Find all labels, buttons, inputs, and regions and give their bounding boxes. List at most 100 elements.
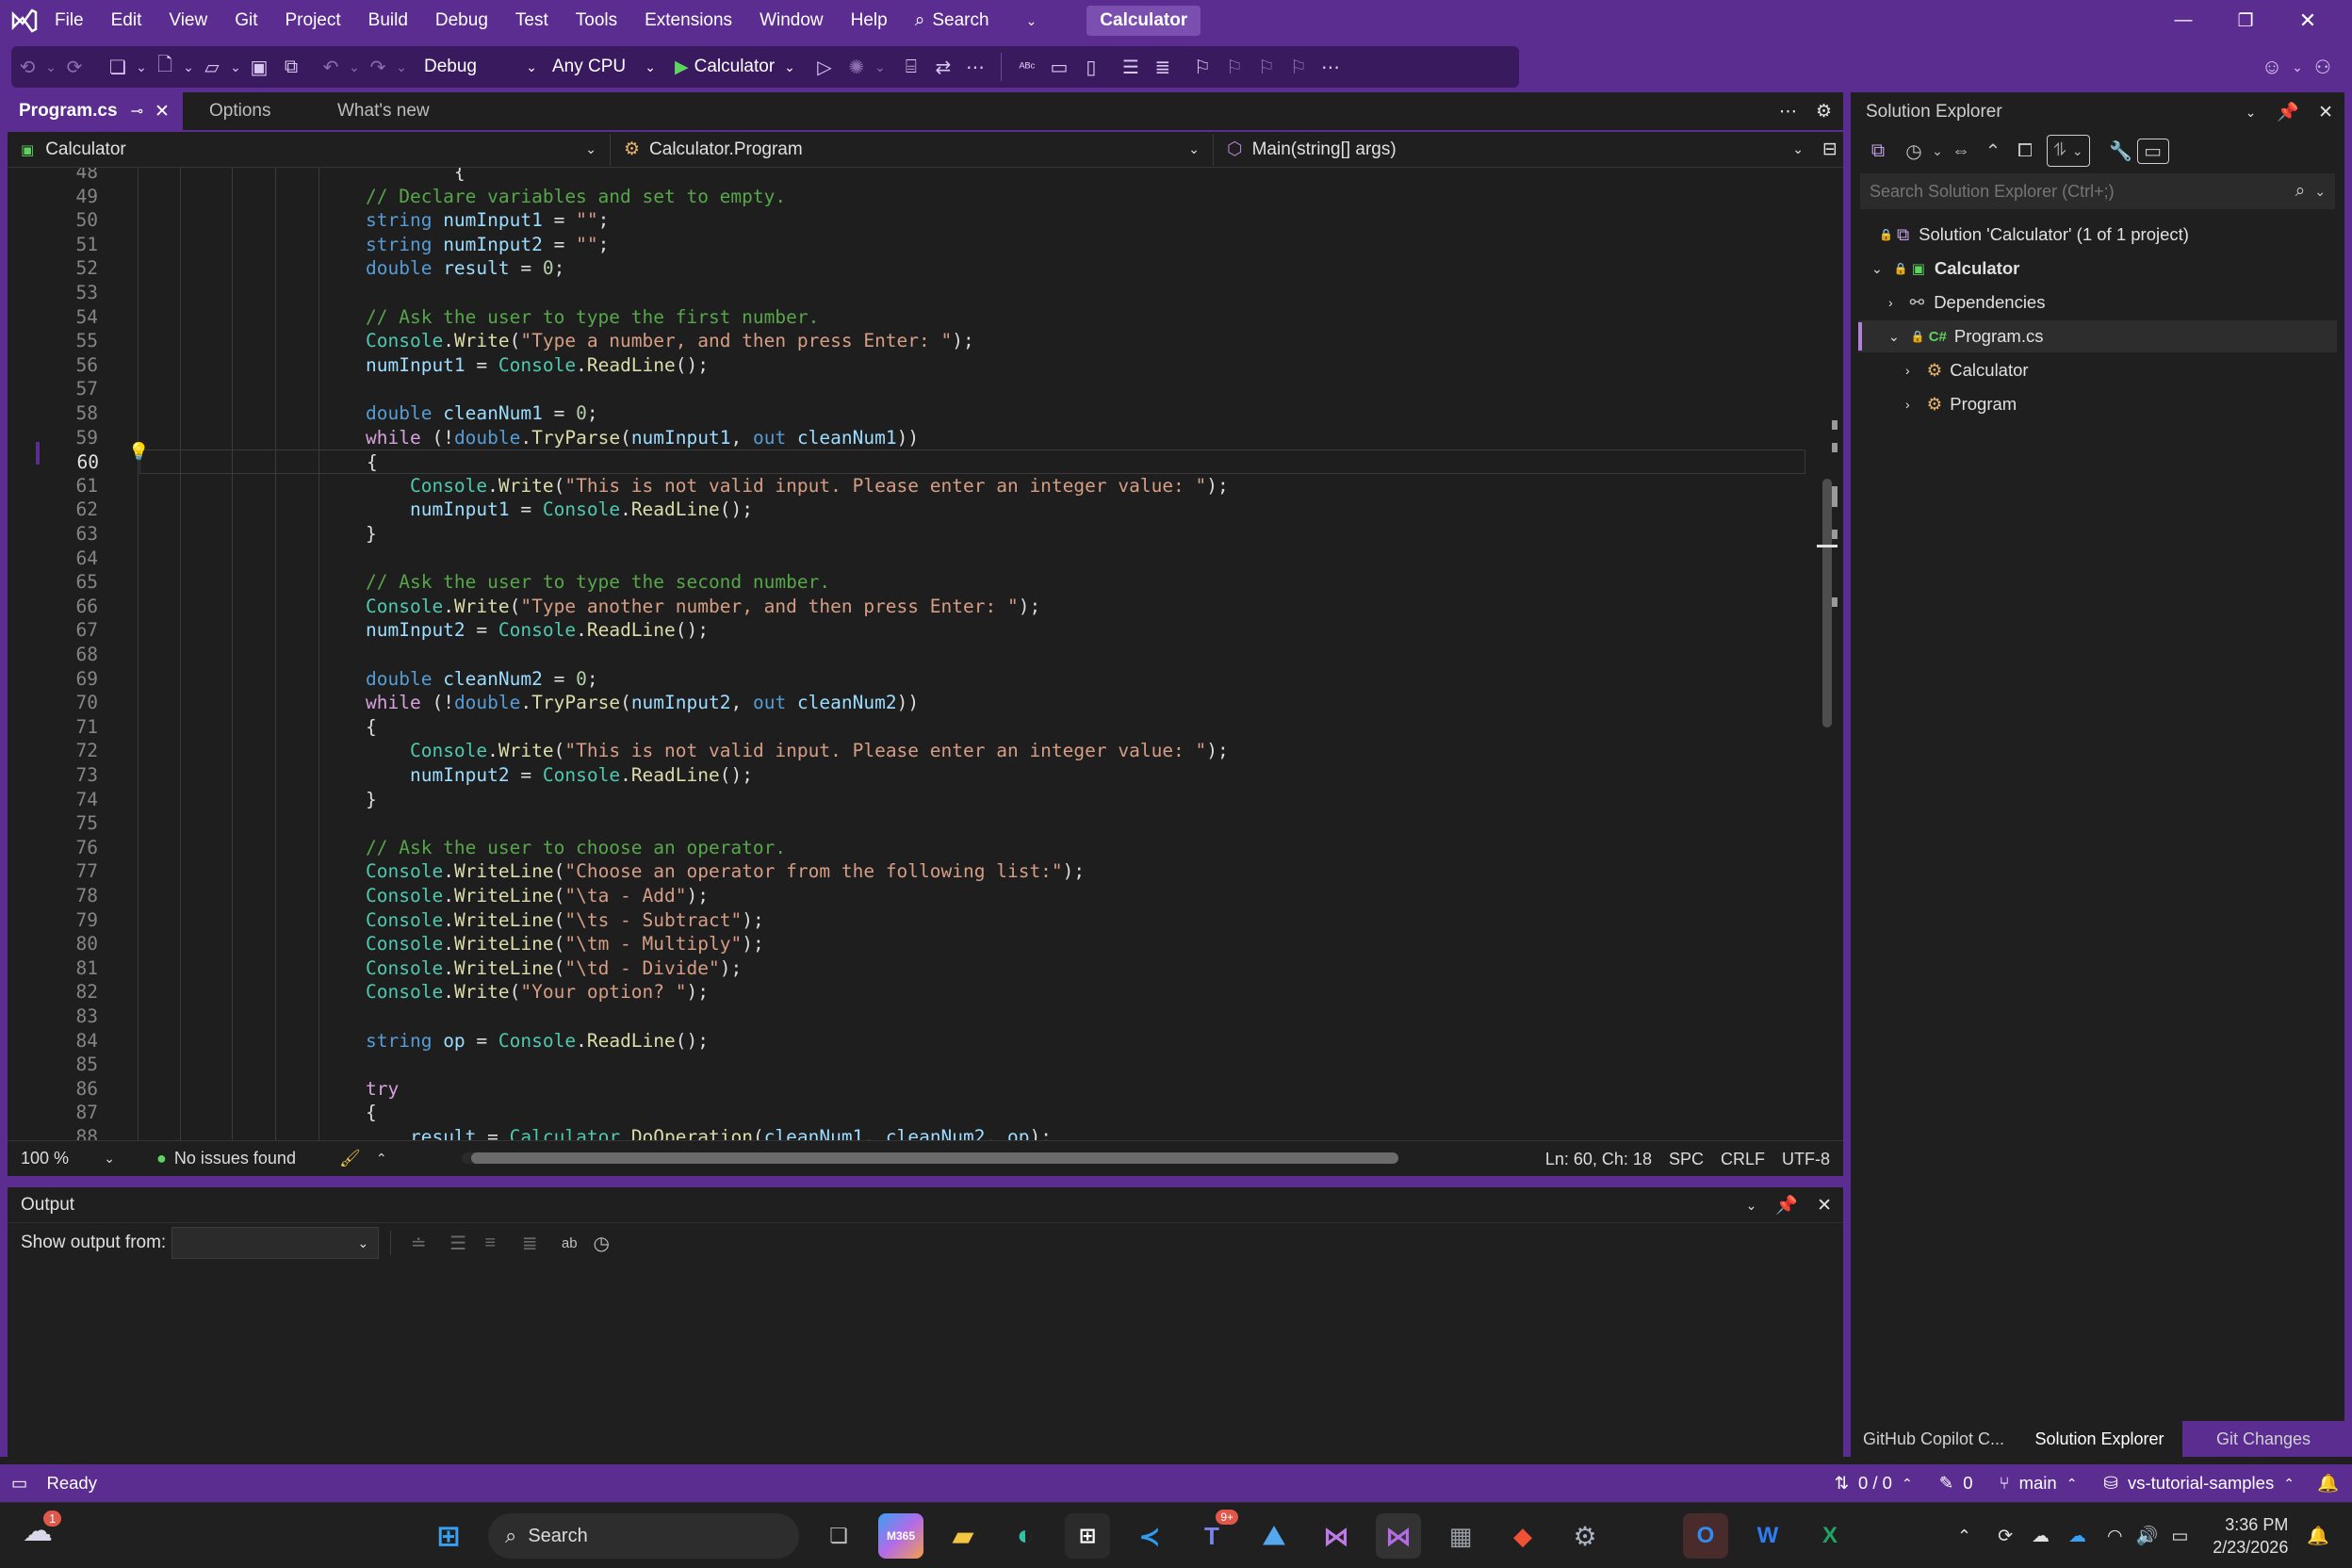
menu-tools[interactable]: Tools bbox=[576, 10, 617, 31]
menu-help[interactable]: Help bbox=[851, 10, 888, 31]
code-line[interactable]: 67 numInput2 = Console.ReadLine(); bbox=[8, 618, 1817, 643]
chevron-down-icon[interactable]: ⌄ bbox=[347, 59, 362, 75]
pending-edits[interactable]: ✎ 0 bbox=[1939, 1473, 1973, 1494]
chevron-down-icon[interactable]: ⌄ bbox=[1888, 329, 1900, 345]
teams-icon[interactable]: T 9+ bbox=[1189, 1510, 1238, 1559]
properties-wrench-icon[interactable]: 🔧 bbox=[2105, 139, 2137, 163]
tree-item-solution[interactable]: 🔒 ⧉ Solution 'Calculator' (1 of 1 projec… bbox=[1879, 219, 2189, 251]
outlook-icon[interactable]: O 1 bbox=[1683, 1513, 1728, 1559]
redo-icon[interactable]: ↷ bbox=[362, 56, 394, 79]
sync-icon[interactable]: ⟳ bbox=[1998, 1526, 2013, 1547]
more-icon[interactable]: ⋯ bbox=[959, 56, 991, 79]
chevron-down-icon[interactable]: ⌄ bbox=[2314, 184, 2326, 200]
notification-icon[interactable]: ▭ bbox=[11, 1473, 27, 1494]
settings-icon[interactable]: ⚙ bbox=[1562, 1513, 1608, 1559]
chevron-down-icon[interactable]: ⌄ bbox=[181, 59, 196, 75]
bookmark-icon[interactable]: ⚐ bbox=[1186, 56, 1218, 79]
start-debugging-button[interactable]: ▶ Calculator ⌄ bbox=[675, 57, 795, 78]
visual-studio-preview-icon[interactable]: ⋈ bbox=[1314, 1513, 1359, 1559]
search-icon[interactable]: ⌕ bbox=[2295, 181, 2306, 202]
menu-git[interactable]: Git bbox=[235, 10, 257, 31]
code-line[interactable]: 48 { bbox=[8, 168, 1817, 185]
history-icon[interactable]: ◷ bbox=[1898, 139, 1930, 163]
copilot-icon[interactable]: ☺ bbox=[2256, 55, 2288, 79]
code-line[interactable]: 83 bbox=[8, 1004, 1817, 1029]
branch-picker[interactable]: ⑂ main ⌃ bbox=[2000, 1473, 2078, 1494]
pin-icon[interactable]: 📌 bbox=[1775, 1194, 1798, 1217]
code-line[interactable]: 72 Console.Write("This is not valid inpu… bbox=[8, 739, 1817, 763]
code-line[interactable]: 61 Console.Write("This is not valid inpu… bbox=[8, 474, 1817, 498]
chevron-down-icon[interactable]: ⌄ bbox=[228, 59, 243, 75]
code-line[interactable]: 74} bbox=[8, 788, 1817, 812]
close-icon[interactable]: ✕ bbox=[2318, 102, 2333, 123]
scrollbar-thumb[interactable] bbox=[471, 1152, 1398, 1164]
word-wrap-icon[interactable]: ab bbox=[553, 1235, 585, 1251]
code-line[interactable]: 56 numInput1 = Console.ReadLine(); bbox=[8, 353, 1817, 378]
wifi-icon[interactable]: ◠ bbox=[2107, 1526, 2123, 1547]
code-line[interactable]: 87 { bbox=[8, 1101, 1817, 1125]
code-line[interactable]: 49 // Declare variables and set to empty. bbox=[8, 185, 1817, 209]
uncomment-icon[interactable]: ▯ bbox=[1075, 56, 1107, 79]
visual-studio-icon[interactable]: ⋈ bbox=[1376, 1513, 1421, 1559]
chevron-down-icon[interactable]: ⌄ bbox=[1871, 261, 1883, 277]
horizontal-scrollbar[interactable] bbox=[462, 1152, 1398, 1164]
output-source-dropdown[interactable]: ⌄ bbox=[172, 1227, 380, 1259]
tab-solution-explorer[interactable]: Solution Explorer bbox=[2017, 1429, 2182, 1449]
line-ending[interactable]: CRLF bbox=[1721, 1150, 1765, 1169]
code-line[interactable]: 53 bbox=[8, 281, 1817, 305]
onedrive-icon[interactable]: ☁ bbox=[2032, 1526, 2050, 1547]
type-dropdown[interactable]: ⚙ Calculator.Program ⌄ bbox=[611, 133, 1214, 166]
code-line[interactable]: 57 bbox=[8, 377, 1817, 401]
menu-edit[interactable]: Edit bbox=[111, 10, 142, 31]
taskbar-search[interactable]: ⌕ Search bbox=[488, 1513, 799, 1559]
code-line[interactable]: 73 numInput2 = Console.ReadLine(); bbox=[8, 763, 1817, 788]
chevron-up-icon[interactable]: ⌃ bbox=[1957, 1527, 1971, 1546]
member-dropdown[interactable]: ⬡ Main(string[] args) ⌄ bbox=[1214, 134, 1817, 166]
hot-reload-icon[interactable]: ✺ bbox=[841, 56, 873, 79]
code-editor[interactable]: 48 {49 // Declare variables and set to em… bbox=[8, 168, 1843, 1140]
previous-message-icon[interactable]: ☰ bbox=[442, 1232, 474, 1255]
navigate-back-icon[interactable]: ⟲ bbox=[11, 56, 43, 79]
code-line[interactable]: 84 string op = Console.ReadLine(); bbox=[8, 1029, 1817, 1054]
menu-test[interactable]: Test bbox=[515, 10, 548, 31]
code-line[interactable]: 68 bbox=[8, 643, 1817, 667]
code-line[interactable]: 79 Console.WriteLine("\ts - Subtract"); bbox=[8, 908, 1817, 933]
tab-program-cs[interactable]: Program.cs ⊸ ✕ bbox=[8, 92, 183, 130]
solution-platform-dropdown[interactable]: Any CPU ⌄ bbox=[552, 57, 656, 77]
clock-icon[interactable]: ◷ bbox=[585, 1232, 617, 1255]
cursor-position[interactable]: Ln: 60, Ch: 18 bbox=[1545, 1150, 1652, 1169]
chevron-down-icon[interactable]: ⌄ bbox=[1746, 1198, 1757, 1214]
browse-icon[interactable]: ⌸ bbox=[895, 57, 927, 78]
clock[interactable]: 3:36 PM 2/23/2026 bbox=[2213, 1513, 2288, 1559]
project-dropdown[interactable]: ▣ Calculator ⌄ bbox=[8, 133, 611, 166]
tree-item-program-cs[interactable]: ⌄ 🔒 C# Program.cs bbox=[1888, 320, 2043, 352]
code-line[interactable]: 82 Console.Write("Your option? "); bbox=[8, 980, 1817, 1004]
code-line[interactable]: 65 // Ask the user to type the second num… bbox=[8, 570, 1817, 595]
tab-git-changes[interactable]: Git Changes bbox=[2182, 1421, 2344, 1457]
code-line[interactable]: 60 { bbox=[77, 449, 1805, 474]
tab-whats-new[interactable]: What's new bbox=[326, 92, 477, 130]
pin-icon[interactable]: ⊸ bbox=[131, 102, 143, 121]
chevron-right-icon[interactable]: › bbox=[1905, 397, 1910, 412]
chevron-down-icon[interactable]: ⌄ bbox=[873, 59, 888, 75]
chevron-down-icon[interactable]: ⌄ bbox=[43, 59, 58, 75]
photos-icon[interactable]: ⛰ bbox=[1251, 1513, 1297, 1559]
spell-check-icon[interactable]: ᴬᴮᶜ bbox=[1011, 59, 1043, 74]
volume-icon[interactable]: 🔊 bbox=[2136, 1525, 2159, 1547]
chevron-down-icon[interactable]: ⌄ bbox=[394, 59, 409, 75]
code-line[interactable]: 81 Console.WriteLine("\td - Divide"); bbox=[8, 956, 1817, 981]
find-message-icon[interactable]: ≐ bbox=[402, 1232, 434, 1255]
code-line[interactable]: 88 result = Calculator.DoOperation(clean… bbox=[8, 1125, 1817, 1140]
onedrive-business-icon[interactable]: ☁ bbox=[2068, 1526, 2086, 1547]
code-line[interactable]: 63} bbox=[8, 522, 1817, 547]
word-icon[interactable]: W bbox=[1745, 1513, 1790, 1559]
menu-window[interactable]: Window bbox=[760, 10, 824, 31]
start-without-debugging-icon[interactable]: ▷ bbox=[808, 56, 841, 79]
close-icon[interactable]: ✕ bbox=[155, 101, 170, 122]
clear-bookmarks-icon[interactable]: ⚐ bbox=[1282, 56, 1315, 79]
menu-debug[interactable]: Debug bbox=[435, 10, 488, 31]
new-file-icon[interactable]: 🗋 bbox=[149, 51, 181, 83]
chevron-up-icon[interactable]: ⌃ bbox=[376, 1151, 387, 1167]
solution-search-box[interactable]: ⌕ ⌄ bbox=[1860, 173, 2335, 209]
open-folder-icon[interactable]: ▱ bbox=[196, 56, 228, 79]
